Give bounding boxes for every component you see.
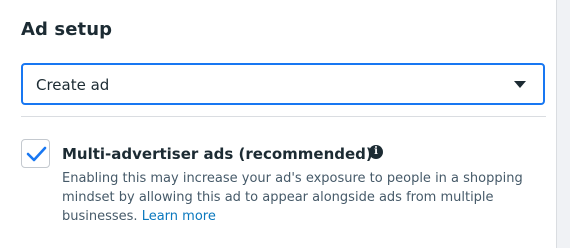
ad-setup-card: Ad setup Create ad Multi-advertiser ads … <box>0 0 557 248</box>
select-value: Create ad <box>36 76 110 94</box>
section-title: Ad setup <box>21 19 113 40</box>
learn-more-link[interactable]: Learn more <box>142 209 216 224</box>
option-title: Multi-advertiser ads (recommended) <box>62 145 373 163</box>
ad-setup-select[interactable]: Create ad <box>21 63 545 105</box>
multi-advertiser-checkbox[interactable] <box>21 139 50 168</box>
option-description: Enabling this may increase your ad's exp… <box>62 169 537 226</box>
description-text: Enabling this may increase your ad's exp… <box>62 171 523 224</box>
caret-down-icon <box>514 81 526 88</box>
divider <box>21 116 546 117</box>
info-icon[interactable]: i <box>369 145 383 159</box>
checkmark-icon <box>26 146 47 162</box>
